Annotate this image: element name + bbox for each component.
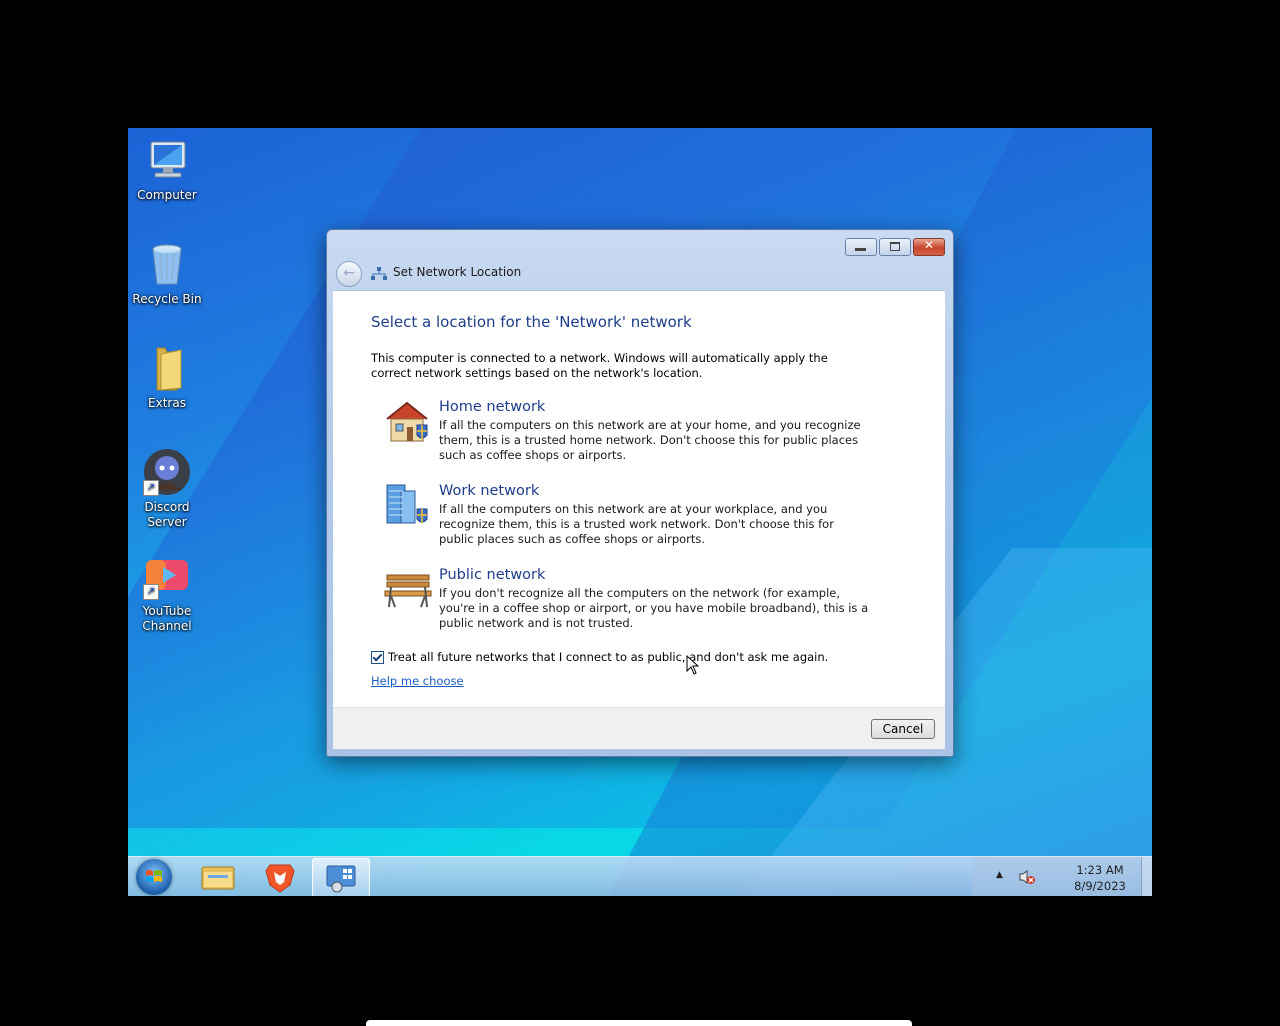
cancel-button[interactable]: Cancel (871, 719, 935, 739)
desktop: Computer Recycle Bin Extras ↗ Discord Se… (128, 128, 1152, 896)
option-public-network[interactable]: Public network If you don't recognize al… (383, 567, 873, 630)
option-description: If you don't recognize all the computers… (439, 586, 869, 630)
treat-as-public-checkbox[interactable] (371, 650, 384, 664)
show-hidden-icons-icon[interactable]: ▲ (996, 870, 1003, 880)
maximize-button[interactable] (879, 238, 911, 256)
dialog-title: Set Network Location (393, 265, 522, 279)
option-title: Public network (439, 567, 546, 583)
close-icon: ✕ (923, 238, 935, 252)
desktop-icon-computer[interactable]: Computer (128, 136, 206, 203)
option-home-network[interactable]: Home network If all the computers on thi… (383, 399, 873, 462)
youtube-icon: ↗ (143, 552, 191, 600)
shortcut-arrow-icon: ↗ (143, 584, 159, 600)
dialog-content: Select a location for the 'Network' netw… (333, 290, 945, 708)
mouse-pointer-icon (686, 654, 700, 675)
taskbar: ▲ 1:23 AM 8/9/2023 (128, 856, 1152, 896)
desktop-icon-label: Computer (137, 188, 197, 202)
park-bench-icon (383, 567, 433, 613)
network-icon (371, 266, 387, 280)
checkbox-label: Treat all future networks that I connect… (388, 650, 829, 664)
folder-icon (201, 866, 235, 890)
desktop-icon-recycle-bin[interactable]: Recycle Bin (128, 240, 206, 307)
windows-logo-icon (146, 870, 162, 882)
desktop-icon-discord-server[interactable]: ↗ Discord Server (128, 448, 206, 530)
bottom-edge-bar (366, 1020, 912, 1026)
house-icon (383, 399, 433, 445)
computer-icon (143, 136, 191, 184)
close-button[interactable]: ✕ (913, 238, 945, 256)
desktop-icon-youtube-channel[interactable]: ↗ YouTube Channel (128, 552, 206, 634)
shortcut-arrow-icon: ↗ (143, 480, 159, 496)
control-panel-icon (326, 865, 356, 893)
taskbar-network-settings-button[interactable] (312, 858, 370, 896)
dialog-footer: Cancel (333, 707, 945, 749)
desktop-icon-label: Discord Server (144, 500, 190, 529)
minimize-button[interactable] (845, 238, 877, 256)
taskbar-brave-button[interactable] (252, 858, 308, 895)
clock[interactable]: 1:23 AM 8/9/2023 (1072, 862, 1128, 894)
system-tray: ▲ 1:23 AM 8/9/2023 (972, 857, 1152, 896)
option-description: If all the computers on this network are… (439, 418, 861, 462)
help-me-choose-link[interactable]: Help me choose (371, 674, 464, 688)
office-building-icon (383, 483, 433, 529)
treat-as-public-checkbox-row[interactable]: Treat all future networks that I connect… (371, 650, 828, 664)
taskbar-explorer-button[interactable] (190, 858, 246, 895)
option-title: Work network (439, 483, 540, 499)
desktop-icon-extras[interactable]: Extras (128, 344, 206, 411)
folder-icon (143, 344, 191, 392)
desktop-icon-label: Recycle Bin (132, 292, 202, 306)
start-button[interactable] (136, 859, 172, 895)
option-work-network[interactable]: Work network If all the computers on thi… (383, 483, 873, 546)
option-title: Home network (439, 399, 546, 415)
clock-date: 8/9/2023 (1074, 879, 1126, 893)
back-arrow-icon: ← (343, 265, 355, 281)
set-network-location-dialog: ✕ ← Set Network Location Select a locati… (326, 229, 954, 757)
recycle-bin-icon (143, 240, 191, 288)
minimize-icon (855, 248, 866, 251)
dialog-heading: Select a location for the 'Network' netw… (371, 313, 692, 331)
back-button[interactable]: ← (336, 261, 362, 287)
desktop-icon-label: YouTube Channel (142, 604, 192, 633)
clock-time: 1:23 AM (1076, 863, 1124, 877)
dialog-intro-text: This computer is connected to a network.… (371, 351, 828, 380)
desktop-icon-label: Extras (148, 396, 186, 410)
maximize-icon (890, 242, 900, 251)
speaker-muted-icon[interactable] (1018, 869, 1036, 885)
show-desktop-button[interactable] (1141, 857, 1152, 896)
brave-browser-icon (265, 864, 295, 893)
discord-icon: ↗ (143, 448, 191, 496)
window-controls: ✕ (845, 238, 945, 256)
option-description: If all the computers on this network are… (439, 502, 834, 546)
